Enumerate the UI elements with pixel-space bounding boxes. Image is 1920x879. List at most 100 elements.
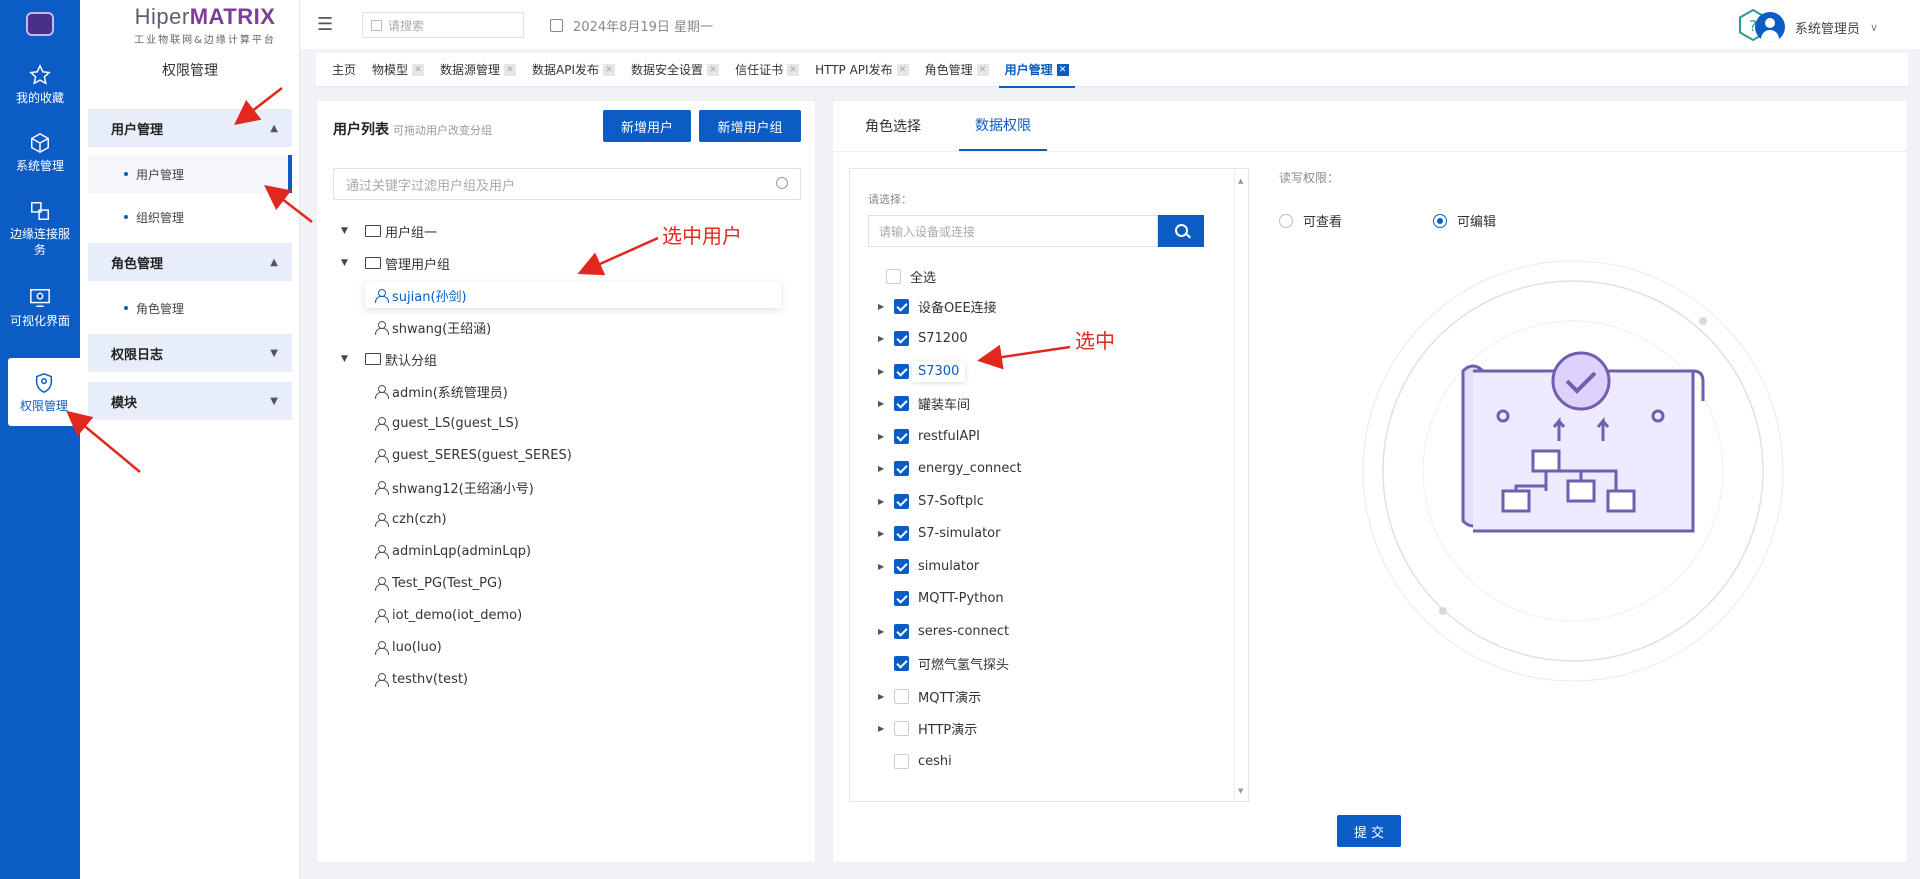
checkbox[interactable] — [894, 493, 909, 509]
tree-user[interactable]: luo(luo) — [375, 634, 442, 660]
device-item[interactable]: ▶ S7300 — [878, 359, 966, 383]
scroll-down-icon[interactable]: ▼ — [1238, 787, 1243, 795]
close-icon[interactable]: ✕ — [603, 63, 616, 76]
nav-permission[interactable]: 权限管理 — [8, 358, 80, 426]
device-item[interactable]: ▶ MQTT演示 — [878, 684, 981, 708]
checkbox[interactable] — [894, 331, 909, 346]
tab-data-permission[interactable]: 数据权限 — [959, 101, 1047, 151]
select-all-checkbox[interactable]: 全选 — [886, 264, 936, 288]
device-item[interactable]: ▶ 设备OEE连接 — [878, 294, 997, 318]
device-item[interactable]: ▶ HTTP演示 — [878, 717, 977, 741]
caret-right-icon[interactable]: ▶ — [878, 334, 888, 343]
checkbox[interactable] — [894, 363, 909, 379]
device-search-button[interactable] — [1158, 215, 1204, 247]
tree-user[interactable]: testhv(test) — [375, 666, 468, 692]
tree-user[interactable]: czh(czh) — [375, 506, 447, 532]
tab-home[interactable]: 主页 — [332, 53, 356, 87]
tab-thing-model[interactable]: 物模型 ✕ — [372, 53, 425, 87]
device-item[interactable]: ▶ S71200 — [878, 327, 968, 351]
global-search-input[interactable]: 请搜索 — [362, 12, 524, 38]
device-item[interactable]: ▶ seres-connect — [878, 619, 1009, 643]
radio-circle[interactable] — [1433, 213, 1447, 228]
device-item[interactable]: ▶ S7-simulator — [878, 522, 1000, 546]
submenu-item-user-management[interactable]: 用户管理 — [88, 155, 292, 193]
scroll-up-icon[interactable]: ▲ — [1238, 177, 1243, 185]
checkbox[interactable] — [886, 268, 901, 284]
submenu-item-role-management[interactable]: 角色管理 — [88, 289, 292, 327]
device-search-input[interactable]: 请输入设备或连接 — [868, 215, 1158, 247]
tree-group[interactable]: ▼ 管理用户组 — [341, 250, 450, 276]
close-icon[interactable]: ✕ — [412, 63, 425, 76]
submenu-group-module[interactable]: 模块 ▼ — [88, 382, 292, 420]
menu-collapse-icon[interactable]: ☰ — [317, 14, 333, 35]
tab-datasource[interactable]: 数据源管理 ✕ — [440, 53, 517, 87]
device-item[interactable]: ▶ restfulAPI — [878, 424, 980, 448]
tree-user[interactable]: Test_PG(Test_PG) — [375, 570, 502, 596]
tree-user[interactable]: adminLqp(adminLqp) — [375, 538, 531, 564]
checkbox[interactable] — [894, 298, 909, 314]
caret-right-icon[interactable]: ▶ — [878, 464, 888, 473]
tree-user[interactable]: guest_SERES(guest_SERES) — [375, 442, 572, 468]
caret-right-icon[interactable]: ▶ — [878, 432, 888, 441]
caret-right-icon[interactable]: ▶ — [878, 692, 888, 701]
add-user-group-button[interactable]: 新增用户组 — [699, 110, 801, 142]
tab-trust-cert[interactable]: 信任证书 ✕ — [735, 53, 800, 87]
checkbox[interactable] — [894, 558, 909, 574]
nav-visual[interactable]: 可视化界面 — [0, 287, 80, 329]
checkbox[interactable] — [894, 591, 909, 606]
close-icon[interactable]: ✕ — [504, 63, 517, 76]
close-icon[interactable]: ✕ — [787, 63, 800, 76]
tree-user[interactable]: sujian(孙剑) — [365, 282, 781, 308]
radio-edit[interactable]: 可编辑 — [1433, 211, 1496, 230]
device-item[interactable]: ▶ simulator — [878, 554, 979, 578]
close-icon[interactable]: ✕ — [1056, 63, 1069, 76]
tree-group[interactable]: ▼ 用户组一 — [341, 218, 437, 244]
checkbox[interactable] — [894, 688, 909, 704]
device-item[interactable]: ▶ 罐装车间 — [878, 392, 970, 416]
radio-circle[interactable] — [1279, 213, 1293, 228]
caret-right-icon[interactable]: ▶ — [878, 399, 888, 408]
close-icon[interactable]: ✕ — [707, 63, 720, 76]
checkbox[interactable] — [894, 623, 909, 639]
checkbox[interactable] — [894, 721, 909, 736]
submenu-group-permission-log[interactable]: 权限日志 ▼ — [88, 334, 292, 372]
tree-user[interactable]: guest_LS(guest_LS) — [375, 410, 519, 436]
submenu-group-user[interactable]: 用户管理 ▲ — [88, 109, 292, 147]
caret-right-icon[interactable]: ▶ — [878, 562, 888, 571]
scrollbar[interactable]: ▲ ▼ — [1234, 169, 1248, 801]
caret-right-icon[interactable]: ▼ — [341, 226, 351, 236]
tree-user[interactable]: shwang(王绍涵) — [375, 314, 491, 340]
tab-role-management[interactable]: 角色管理 ✕ — [925, 53, 989, 87]
checkbox[interactable] — [894, 753, 909, 769]
user-filter-input[interactable]: 通过关键字过滤用户组及用户 — [333, 168, 801, 200]
nav-favorites[interactable]: 我的收藏 — [0, 64, 80, 106]
caret-right-icon[interactable]: ▶ — [878, 367, 888, 376]
caret-right-icon[interactable]: ▶ — [878, 724, 888, 733]
tree-user[interactable]: iot_demo(iot_demo) — [375, 602, 522, 628]
radio-view[interactable]: 可查看 — [1279, 211, 1342, 230]
caret-down-icon[interactable]: ▼ — [341, 354, 351, 364]
submenu-group-role[interactable]: 角色管理 ▲ — [88, 243, 292, 281]
checkbox[interactable] — [894, 396, 909, 411]
device-item[interactable]: ▶ S7-Softplc — [878, 489, 984, 513]
add-user-button[interactable]: 新增用户 — [603, 110, 691, 142]
nav-system[interactable]: 系统管理 — [0, 132, 80, 174]
tree-user[interactable]: shwang12(王绍涵小号) — [375, 474, 534, 500]
app-logo-icon[interactable] — [26, 12, 54, 36]
caret-right-icon[interactable]: ▶ — [878, 627, 888, 636]
checkbox[interactable] — [894, 526, 909, 541]
submit-button[interactable]: 提 交 — [1337, 815, 1401, 847]
tab-data-api[interactable]: 数据API发布 ✕ — [532, 53, 616, 87]
device-item[interactable]: ceshi — [878, 749, 952, 773]
caret-right-icon[interactable]: ▶ — [878, 529, 888, 538]
tab-http-api[interactable]: HTTP API发布 ✕ — [815, 53, 909, 87]
caret-right-icon[interactable]: ▶ — [878, 497, 888, 506]
nav-edge[interactable]: 边缘连接服务 — [0, 200, 80, 258]
tab-data-security[interactable]: 数据安全设置 ✕ — [631, 53, 720, 87]
checkbox[interactable] — [894, 461, 909, 476]
device-item[interactable]: ▶ energy_connect — [878, 457, 1022, 481]
tab-role-select[interactable]: 角色选择 — [865, 101, 921, 151]
caret-right-icon[interactable]: ▶ — [878, 302, 888, 311]
close-icon[interactable]: ✕ — [896, 63, 909, 76]
device-item[interactable]: 可燃气氢气探头 — [878, 652, 1009, 676]
